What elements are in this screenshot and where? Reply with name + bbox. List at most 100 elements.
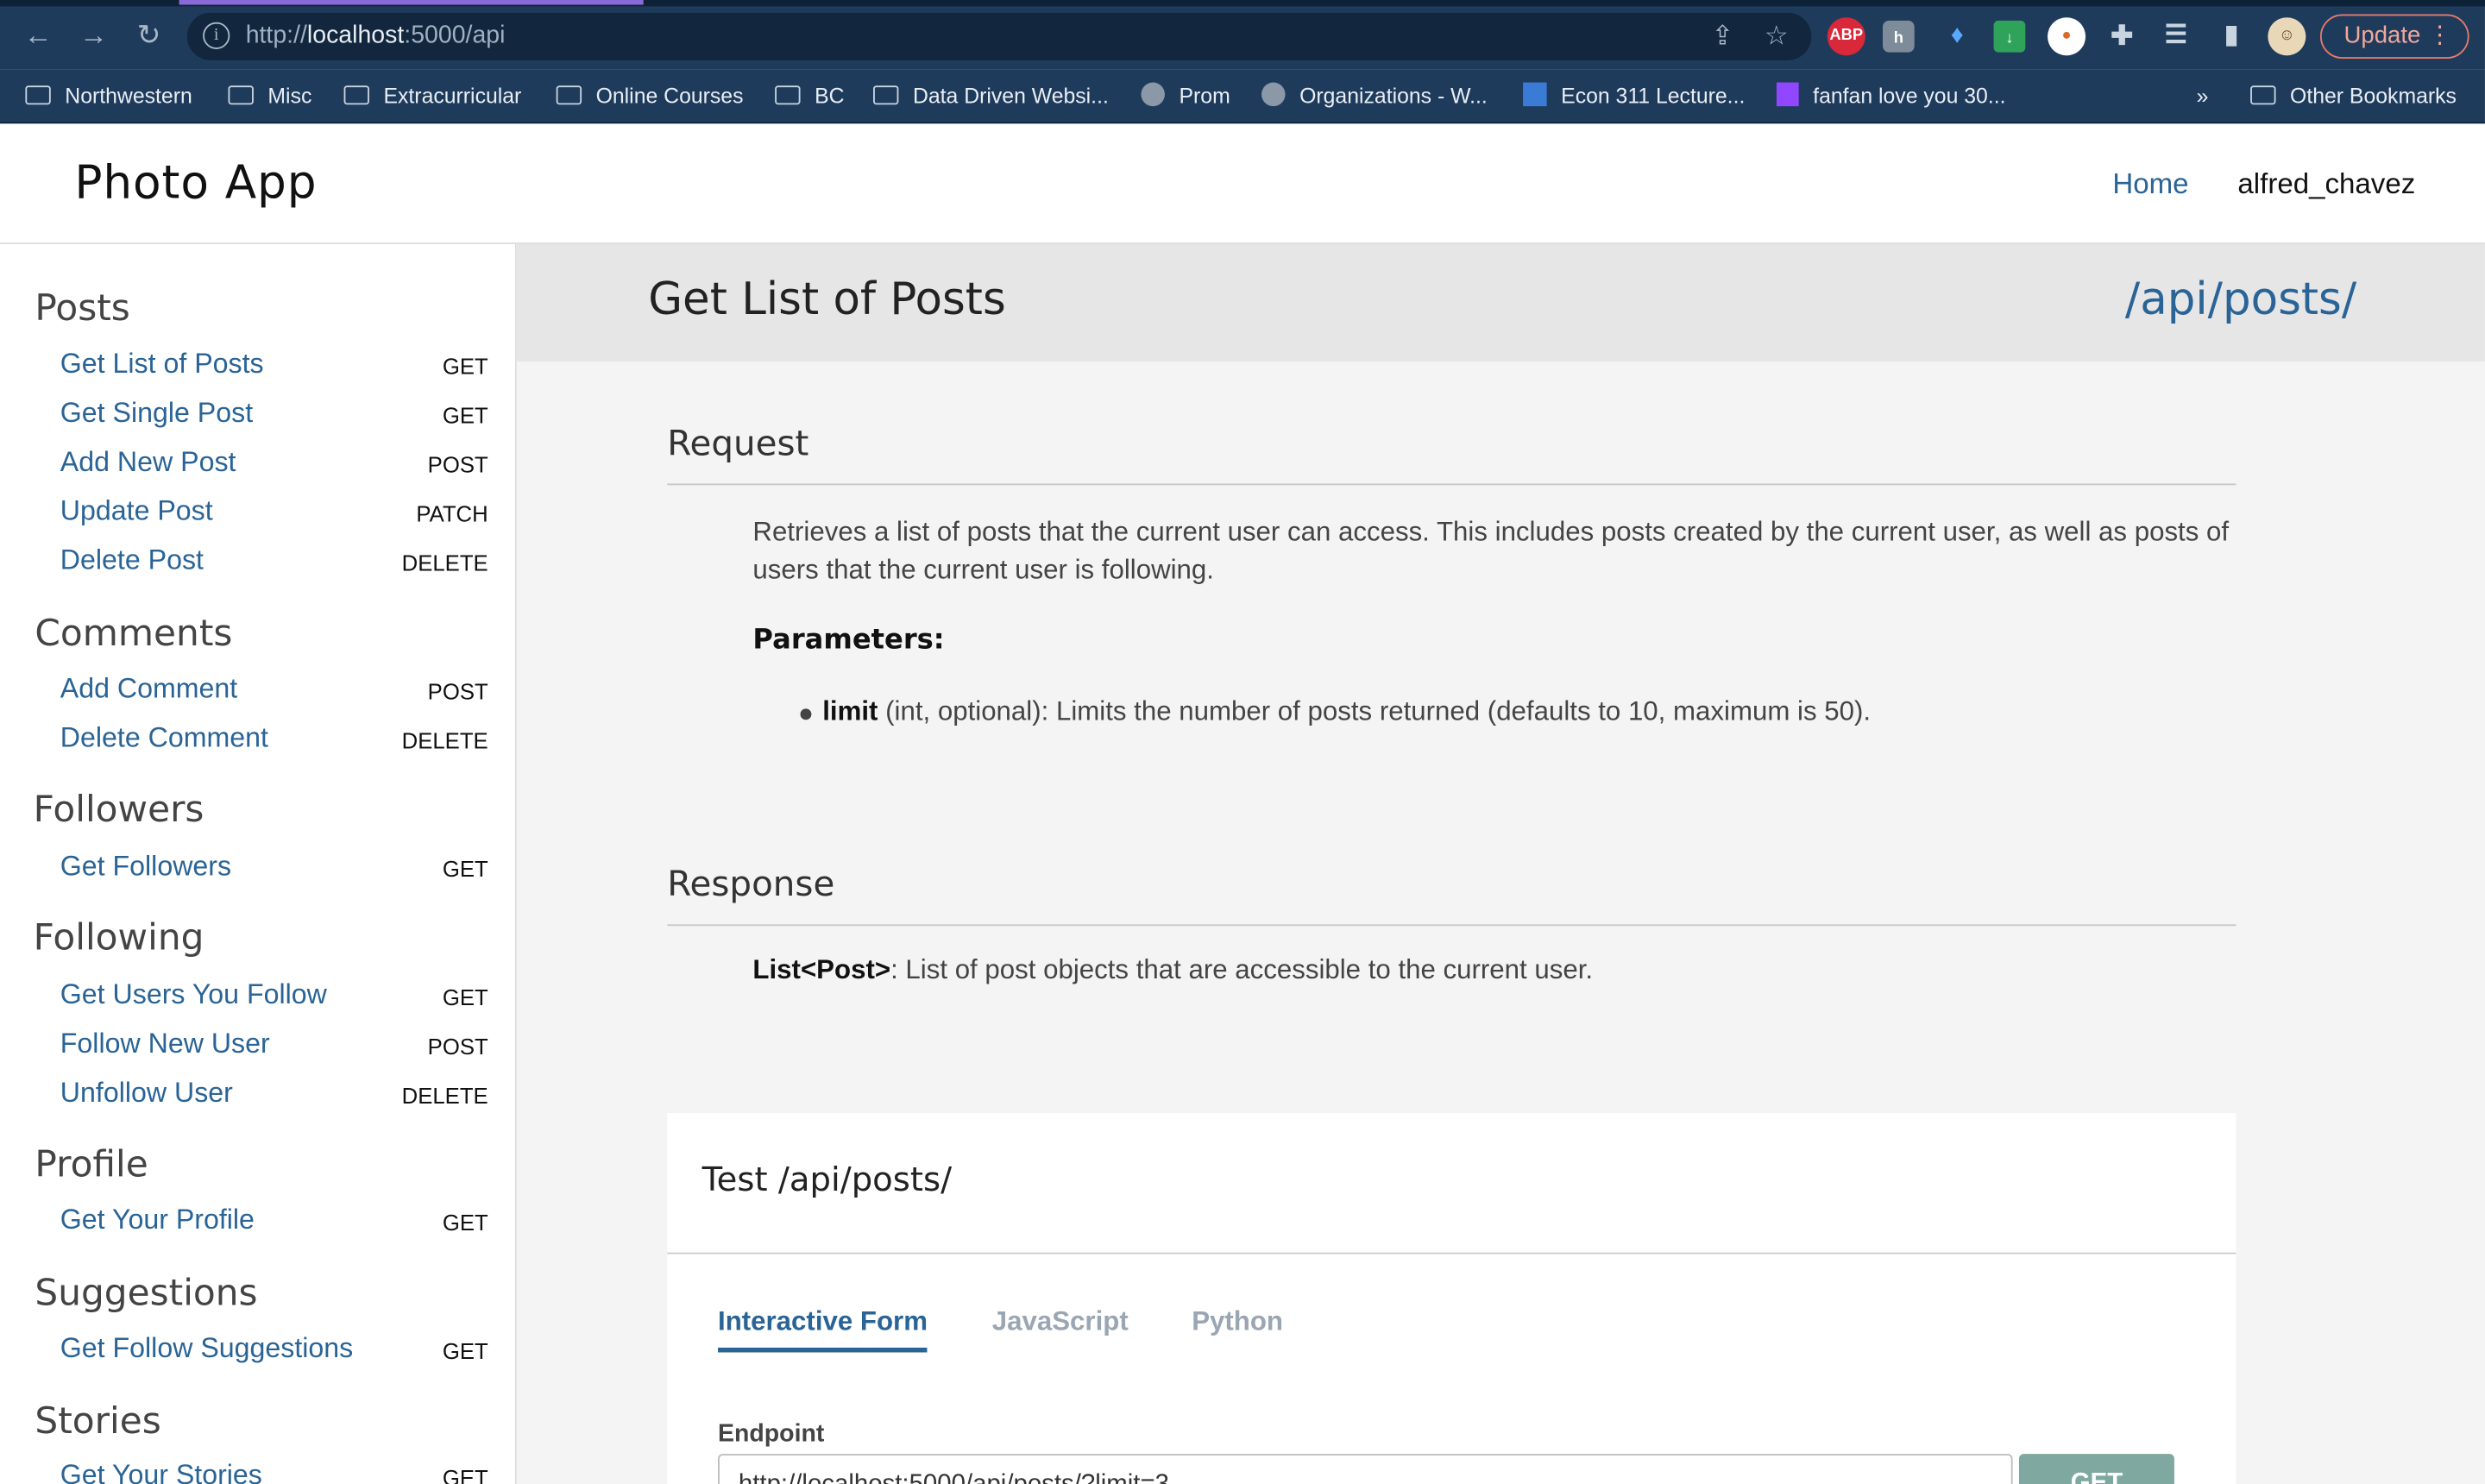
bookmark-star-icon[interactable]: ☆	[1759, 19, 1794, 53]
download-extension-icon[interactable]: ↓	[1993, 20, 2026, 53]
active-tab[interactable]	[179, 0, 644, 5]
folder-icon	[873, 85, 899, 105]
method-badge: DELETE	[401, 727, 488, 753]
endpoint-label: Endpoint	[718, 1420, 825, 1448]
bookmark-folder[interactable]: Other Bookmarks	[2250, 81, 2457, 113]
bookmark-folder[interactable]: Misc	[228, 81, 311, 113]
parameter-item: limit (int, optional): Limits the number…	[822, 695, 1872, 726]
bookmark-folder[interactable]: Northwestern	[25, 81, 192, 113]
sidebar-link-get-your-profile[interactable]: Get Your Profile	[60, 1204, 255, 1237]
nav-home-link[interactable]: Home	[2112, 168, 2188, 202]
reading-list-icon[interactable]: ☰	[2157, 17, 2195, 55]
share-icon[interactable]: ⇪	[1705, 19, 1740, 53]
folder-icon	[228, 85, 254, 105]
puzzle-icon[interactable]: ✚	[2103, 17, 2141, 55]
tab-javascript[interactable]: JavaScript	[992, 1306, 1129, 1338]
get-button[interactable]: GET	[2018, 1454, 2174, 1484]
sidebar-section-profile: Profile	[35, 1144, 148, 1186]
sidebar-section-stories: Stories	[35, 1401, 161, 1443]
parameters-heading: Parameters:	[752, 625, 945, 657]
bookmark-folder[interactable]: Data Driven Websi...	[873, 81, 1109, 113]
forward-icon[interactable]: →	[72, 13, 116, 57]
bookmark-link[interactable]: fanfan love you 30...	[1776, 81, 2006, 113]
honey-extension-icon[interactable]: ●	[2048, 17, 2086, 56]
endpoint-title-bar: Get List of Posts /api/posts/	[516, 243, 2485, 362]
sidebar-link-update-post[interactable]: Update Post	[60, 494, 213, 528]
endpoint-input[interactable]: http://localhost:5000/api/posts/?limit=3	[718, 1454, 2013, 1484]
extension-icon[interactable]: h	[1882, 20, 1915, 53]
sidebar-link-get-followers[interactable]: Get Followers	[60, 850, 231, 883]
method-badge: PATCH	[416, 500, 488, 527]
request-heading: Request	[667, 424, 809, 465]
sidebar-link-add-new-post[interactable]: Add New Post	[60, 445, 236, 479]
page-route: /api/posts/	[2124, 273, 2357, 325]
browser-toolbar: ← → ↻ i http://localhost:5000/api ⇪ ☆ AB…	[0, 0, 2485, 70]
more-icon[interactable]: ⋮	[2428, 16, 2452, 55]
sidebar-section-comments: Comments	[35, 613, 233, 655]
update-button[interactable]: Update ⋮	[2319, 14, 2469, 59]
sidebar-link-delete-post[interactable]: Delete Post	[60, 544, 204, 577]
divider	[667, 483, 2236, 486]
info-icon[interactable]: i	[203, 22, 230, 49]
response-heading: Response	[667, 865, 835, 906]
method-badge: DELETE	[401, 550, 488, 576]
sidebar-section-following: Following	[33, 917, 204, 959]
method-badge: GET	[442, 1464, 488, 1484]
sidebar-link-get-users-you-follow[interactable]: Get Users You Follow	[60, 978, 327, 1012]
twitch-icon	[1776, 82, 1799, 107]
adblock-extension-icon[interactable]: ABP	[1827, 17, 1865, 56]
method-badge: POST	[427, 678, 488, 704]
api-sidebar: Posts Get List of Posts GET Get Single P…	[0, 243, 517, 1484]
method-badge: GET	[442, 984, 488, 1010]
nav-username: alfred_chavez	[2237, 167, 2416, 200]
method-badge: GET	[442, 856, 488, 882]
globe-icon	[1141, 82, 1165, 107]
app-logo[interactable]: Photo App	[74, 155, 317, 209]
sidebar-link-get-your-stories[interactable]: Get Your Stories	[60, 1459, 262, 1484]
method-badge: GET	[442, 353, 488, 380]
folder-icon	[25, 85, 51, 105]
divider	[667, 1252, 2236, 1254]
address-bar[interactable]: i http://localhost:5000/api ⇪ ☆	[186, 12, 1812, 60]
test-panel: Test /api/posts/ Interactive Form JavaSc…	[667, 1112, 2236, 1484]
bookmark-link[interactable]: Prom	[1141, 81, 1230, 113]
reload-icon[interactable]: ↻	[127, 13, 171, 57]
profile-avatar[interactable]: ☺	[2268, 17, 2306, 56]
bookmark-link[interactable]: Econ 311 Lecture...	[1523, 81, 1745, 113]
main-content: Get List of Posts /api/posts/ Request Re…	[516, 243, 2485, 1484]
request-description: Retrieves a list of posts that the curre…	[752, 517, 2230, 586]
bookmark-folder[interactable]: Extracurricular	[343, 81, 521, 113]
method-badge: GET	[442, 402, 488, 429]
tab-interactive-form[interactable]: Interactive Form	[718, 1306, 928, 1353]
tab-python[interactable]: Python	[1192, 1306, 1283, 1338]
sidepanel-icon[interactable]: ▮	[2212, 17, 2250, 55]
method-badge: GET	[442, 1210, 488, 1236]
sidebar-section-posts: Posts	[35, 288, 130, 330]
page-title: Get List of Posts	[648, 273, 1006, 325]
response-description: List<Post>: List of post objects that ar…	[752, 954, 1594, 985]
calendar-icon	[1523, 82, 1547, 107]
globe-icon	[1261, 82, 1286, 107]
back-icon[interactable]: ←	[16, 13, 60, 57]
sidebar-link-delete-comment[interactable]: Delete Comment	[60, 721, 268, 755]
url-text[interactable]: http://localhost:5000/api	[246, 22, 506, 51]
bookmarks-bar: Northwestern Misc Extracurricular Online…	[0, 69, 2485, 124]
screen: ← → ↻ i http://localhost:5000/api ⇪ ☆ AB…	[0, 0, 2485, 1484]
sidebar-link-get-list-of-posts[interactable]: Get List of Posts	[60, 347, 264, 380]
gem-extension-icon[interactable]: ♦	[1938, 17, 1976, 55]
bookmark-link[interactable]: Organizations - W...	[1261, 81, 1488, 113]
method-badge: GET	[442, 1337, 488, 1364]
bullet	[800, 708, 812, 720]
method-badge: POST	[427, 1034, 488, 1060]
bookmark-folder[interactable]: Online Courses	[556, 81, 743, 113]
sidebar-link-add-comment[interactable]: Add Comment	[60, 672, 237, 706]
sidebar-link-get-follow-suggestions[interactable]: Get Follow Suggestions	[60, 1332, 353, 1366]
bookmark-folder[interactable]: BC	[775, 81, 845, 113]
sidebar-link-unfollow-user[interactable]: Unfollow User	[60, 1077, 233, 1110]
sidebar-link-follow-new-user[interactable]: Follow New User	[60, 1028, 270, 1061]
divider	[667, 924, 2236, 927]
app-header: Photo App Home alfred_chavez	[0, 123, 2485, 244]
folder-icon	[775, 85, 801, 105]
bookmarks-overflow-button[interactable]: »	[2197, 81, 2209, 113]
sidebar-link-get-single-post[interactable]: Get Single Post	[60, 396, 253, 430]
